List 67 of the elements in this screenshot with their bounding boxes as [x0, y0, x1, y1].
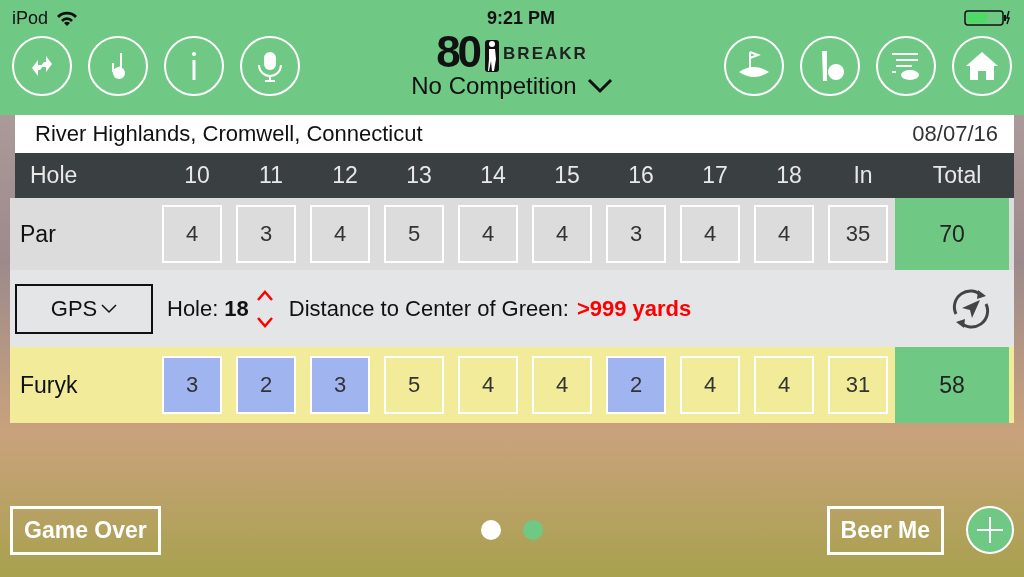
course-name: River Highlands, Cromwell, Connecticut — [35, 121, 423, 147]
score-cell: 3 — [606, 205, 666, 263]
score-cell: 4 — [532, 205, 592, 263]
list-view-button[interactable] — [876, 36, 936, 96]
score-cell[interactable]: 3 — [162, 356, 222, 414]
competition-dropdown[interactable]: No Competition — [411, 72, 613, 100]
column-header: Hole — [15, 153, 160, 198]
score-cell[interactable]: 4 — [754, 356, 814, 414]
status-time: 9:21 PM — [487, 7, 556, 29]
plus-icon — [975, 515, 1005, 545]
score-cell: 4 — [162, 205, 222, 263]
chevron-down-icon — [101, 303, 118, 314]
column-header: 13 — [382, 153, 456, 198]
distance-label: Distance to Center of Green: — [288, 295, 569, 322]
column-header: 10 — [160, 153, 234, 198]
gps-dropdown[interactable]: GPS — [15, 283, 153, 334]
score-cell: 4 — [310, 205, 370, 263]
carrier-label: iPod — [12, 7, 49, 29]
golfer-silhouette-icon — [485, 40, 500, 72]
par-label: Par — [19, 220, 57, 248]
score-cell[interactable]: 4 — [458, 356, 518, 414]
column-header: 14 — [456, 153, 530, 198]
battery-icon — [964, 10, 1010, 26]
microphone-button[interactable] — [240, 36, 300, 96]
info-icon — [190, 51, 198, 81]
column-header: Total — [900, 153, 1014, 198]
logo-wordmark: BREAKR — [503, 44, 588, 64]
column-header: 12 — [308, 153, 382, 198]
score-cell: 4 — [458, 205, 518, 263]
wifi-icon — [56, 10, 79, 26]
score-cell: 3 — [236, 205, 296, 263]
hole-number: 18 — [224, 295, 249, 322]
column-header: 15 — [530, 153, 604, 198]
logo-number: 80 — [436, 32, 480, 72]
column-header: 16 — [604, 153, 678, 198]
score-cell: 4 — [754, 205, 814, 263]
hole-label: Hole: — [167, 295, 219, 322]
score-cell[interactable]: 2 — [606, 356, 666, 414]
golfer-clock-button[interactable] — [800, 36, 860, 96]
round-date: 08/07/16 — [912, 121, 998, 147]
column-header: 17 — [678, 153, 752, 198]
golf-club-button[interactable] — [88, 36, 148, 96]
hole-flag-button[interactable] — [724, 36, 784, 96]
column-header: 11 — [234, 153, 308, 198]
sync-button[interactable] — [12, 36, 72, 96]
in-total-cell: 35 — [828, 205, 888, 263]
info-button[interactable] — [164, 36, 224, 96]
total-cell: 58 — [895, 347, 1009, 423]
page-dot[interactable] — [522, 520, 543, 540]
distance-value: >999 yards — [576, 295, 692, 322]
in-total-cell: 31 — [828, 356, 888, 414]
page-dot[interactable] — [480, 520, 501, 540]
column-header: In — [826, 153, 900, 198]
chevron-down-icon — [586, 78, 613, 94]
total-cell: 70 — [895, 198, 1009, 270]
column-header: 18 — [752, 153, 826, 198]
score-cell[interactable]: 4 — [680, 356, 740, 414]
player-name: Furyk — [19, 371, 79, 399]
score-cell: 4 — [680, 205, 740, 263]
home-button[interactable] — [952, 36, 1012, 96]
add-button[interactable] — [966, 506, 1014, 554]
score-cell[interactable]: 5 — [384, 356, 444, 414]
score-cell[interactable]: 2 — [236, 356, 296, 414]
score-cell: 5 — [384, 205, 444, 263]
score-cell[interactable]: 4 — [532, 356, 592, 414]
golf-club-ball-icon — [109, 51, 127, 81]
score-cell[interactable]: 3 — [310, 356, 370, 414]
